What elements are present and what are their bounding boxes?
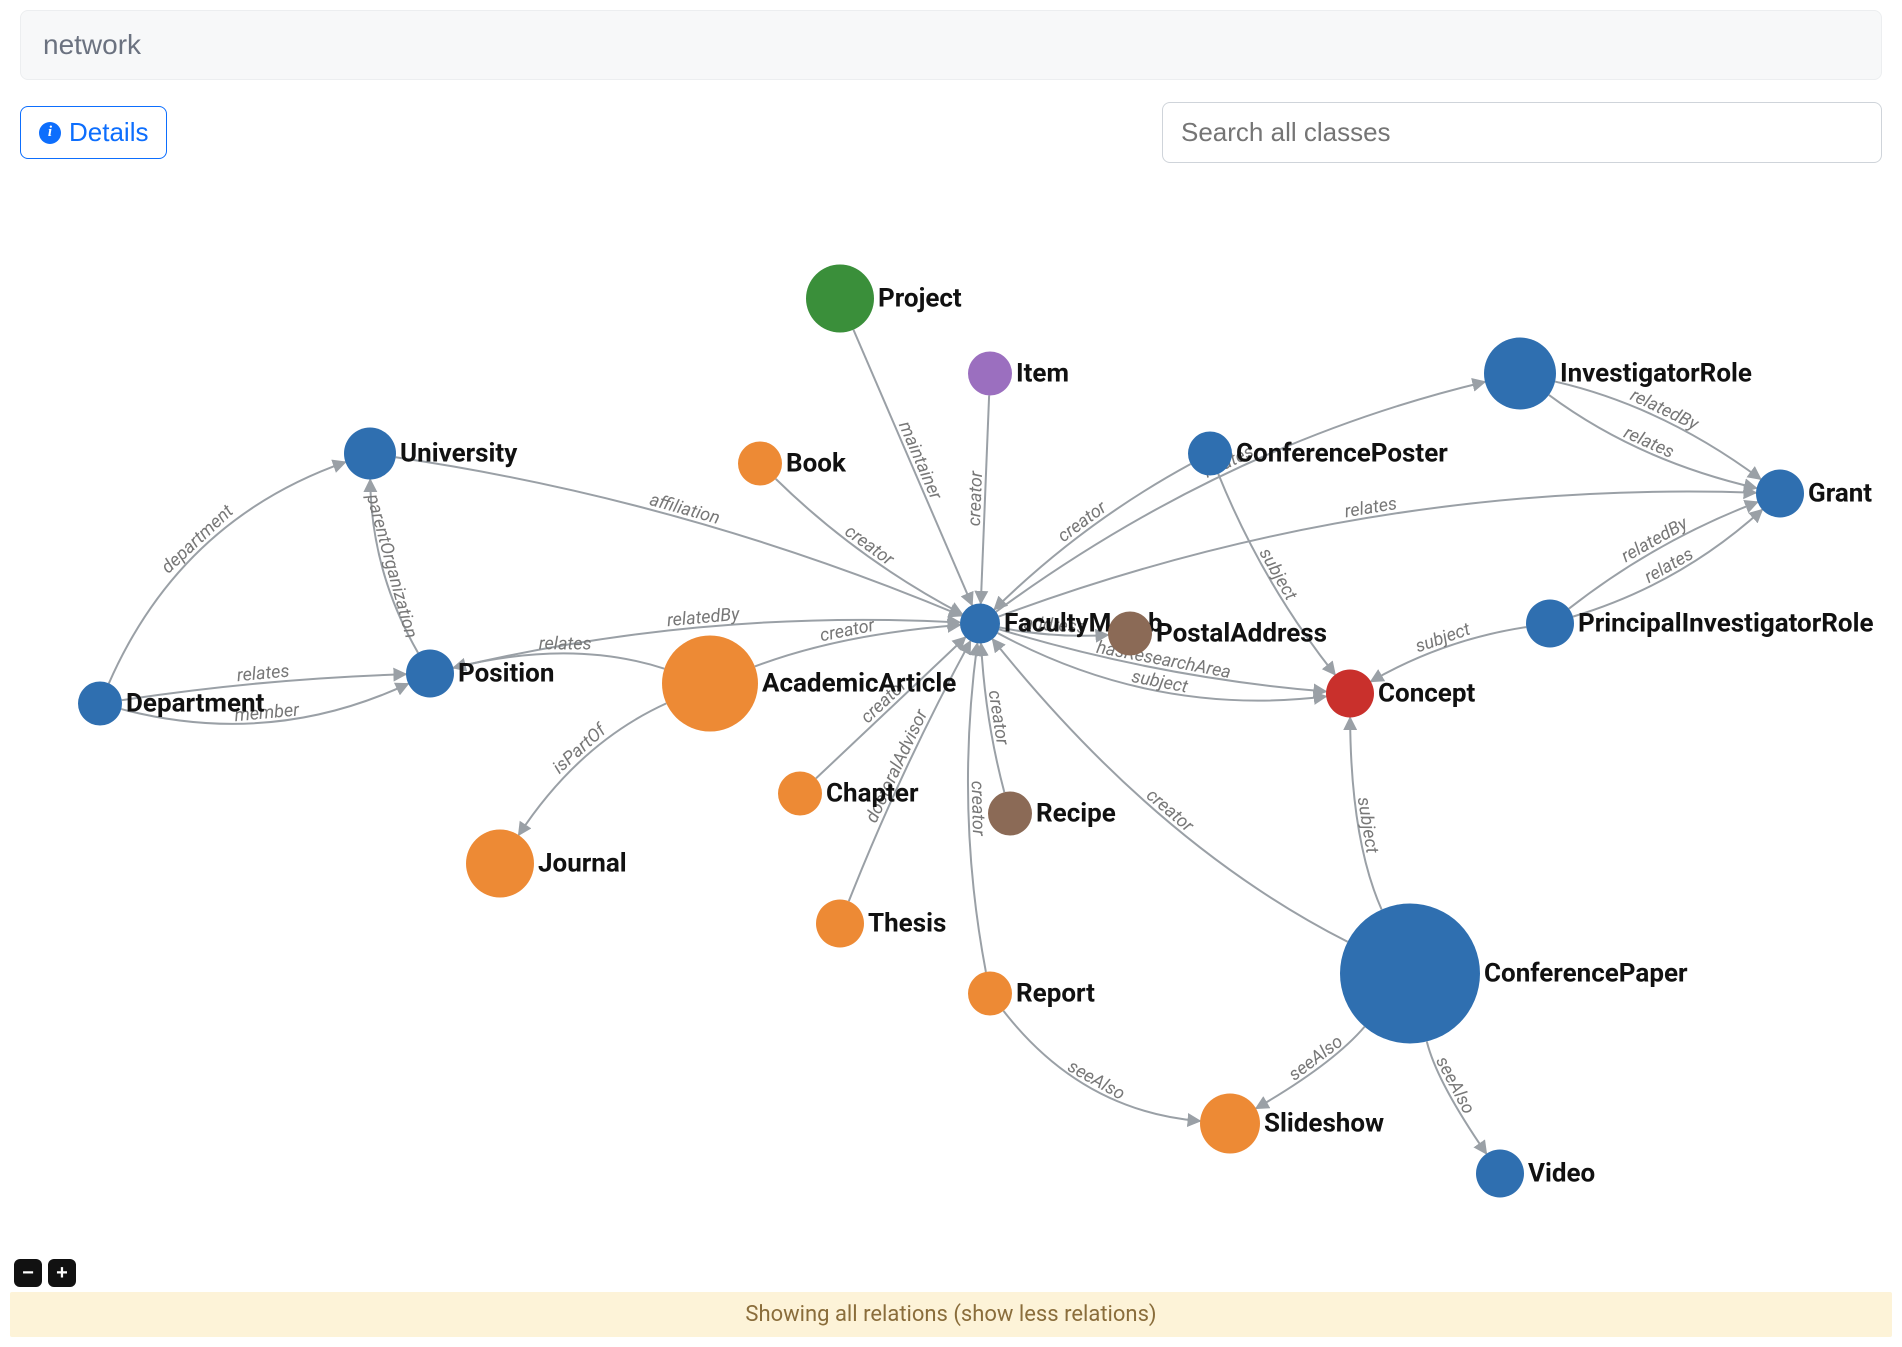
node-label: Book [786,449,847,479]
node-label: Project [878,284,962,314]
toolbar-row: i Details [20,102,1882,163]
node-Position[interactable]: Position [406,650,554,698]
node-Chapter[interactable]: Chapter [778,772,919,816]
node-label: AcademicArticle [762,669,956,699]
node-label: Report [1016,979,1095,1009]
graph-svg: departmentparentOrganizationrelatesmembe… [10,200,1892,1287]
edge-label: seeAlso [1285,1031,1347,1085]
node-label: Chapter [826,779,919,809]
edge-label: subject [1413,619,1474,658]
edge-label: maintainer [894,418,947,504]
edge [994,464,1190,609]
node-Report[interactable]: Report [968,972,1095,1016]
node-label: Recipe [1036,799,1116,829]
edge-label: relatedBy [666,604,741,631]
graph-canvas[interactable]: departmentparentOrganizationrelatesmembe… [10,200,1892,1287]
node-Slideshow[interactable]: Slideshow [1200,1094,1384,1154]
node-label: ConferencePaper [1484,959,1688,989]
footer-prefix: Showing all relations [745,1302,953,1327]
edge-label: subject [1255,544,1302,604]
node-label: PostalAddress [1156,619,1327,649]
node-Video[interactable]: Video [1476,1150,1595,1198]
edge [109,462,346,683]
info-icon: i [39,122,61,144]
edge-label: seeAlso [1431,1053,1479,1118]
node-Item[interactable]: Item [968,352,1069,396]
edge-label: affiliation [647,489,722,529]
edge-label: isPartOf [549,719,612,778]
details-button[interactable]: i Details [20,106,167,159]
node-label: PrincipalInvestigatorRole [1578,609,1874,639]
node-PrincipalInvestigatorRole[interactable]: PrincipalInvestigatorRole [1526,600,1874,648]
node-label: Journal [538,849,627,879]
node-Grant[interactable]: Grant [1756,470,1872,518]
details-button-label: Details [69,117,148,148]
edge-label: creator [984,689,1013,748]
node-label: ConferencePoster [1236,439,1448,469]
node-label: University [400,439,518,469]
node-ConferencePaper[interactable]: ConferencePaper [1340,904,1688,1044]
edge-label: subject [1353,795,1383,855]
edge-label: creator [841,521,899,571]
node-label: Department [126,689,265,719]
node-label: Position [458,659,554,689]
filter-input[interactable] [20,10,1882,80]
app-root: i Details department parentOrganization re… [0,0,1902,1347]
node-Thesis[interactable]: Thesis [816,900,946,948]
edge-label: creator [967,780,989,837]
node-label: Video [1528,1159,1595,1189]
toggle-relations-link[interactable]: (show less relations) [953,1302,1156,1327]
node-label: Concept [1378,679,1475,709]
edge-label: relates [1621,422,1678,463]
node-PostalAddress[interactable]: PostalAddress [1108,612,1327,656]
edge-label: creator [964,470,987,527]
node-Recipe[interactable]: Recipe [988,792,1116,836]
node-label: Slideshow [1264,1109,1384,1139]
search-input[interactable] [1162,102,1882,163]
node-Project[interactable]: Project [806,265,962,333]
zoom-in-button[interactable]: + [48,1259,76,1287]
node-label: Grant [1808,479,1872,509]
zoom-controls: − + [14,1259,76,1287]
edge-label: relates [1343,493,1398,522]
node-Book[interactable]: Book [738,442,847,486]
node-label: Thesis [868,909,946,939]
edge [1569,502,1758,609]
edge [396,457,962,615]
edge [996,382,1485,612]
node-label: InvestigatorRole [1560,359,1752,389]
edge-label: relates [539,633,592,654]
edge-label: creator [1142,785,1198,837]
node-label: Item [1016,359,1069,389]
edge-label: relates [236,661,290,687]
edge-label: parentOrganization [362,491,422,641]
relations-footer: Showing all relations (show less relatio… [10,1292,1892,1337]
edge-label: department [157,501,238,578]
node-University[interactable]: University [344,428,518,480]
edge [1003,1011,1200,1121]
node-Concept[interactable]: Concept [1326,670,1475,718]
node-Journal[interactable]: Journal [466,830,627,898]
node-InvestigatorRole[interactable]: InvestigatorRole [1484,338,1752,410]
zoom-out-button[interactable]: − [14,1259,42,1287]
edge-label: seeAlso [1064,1056,1128,1105]
